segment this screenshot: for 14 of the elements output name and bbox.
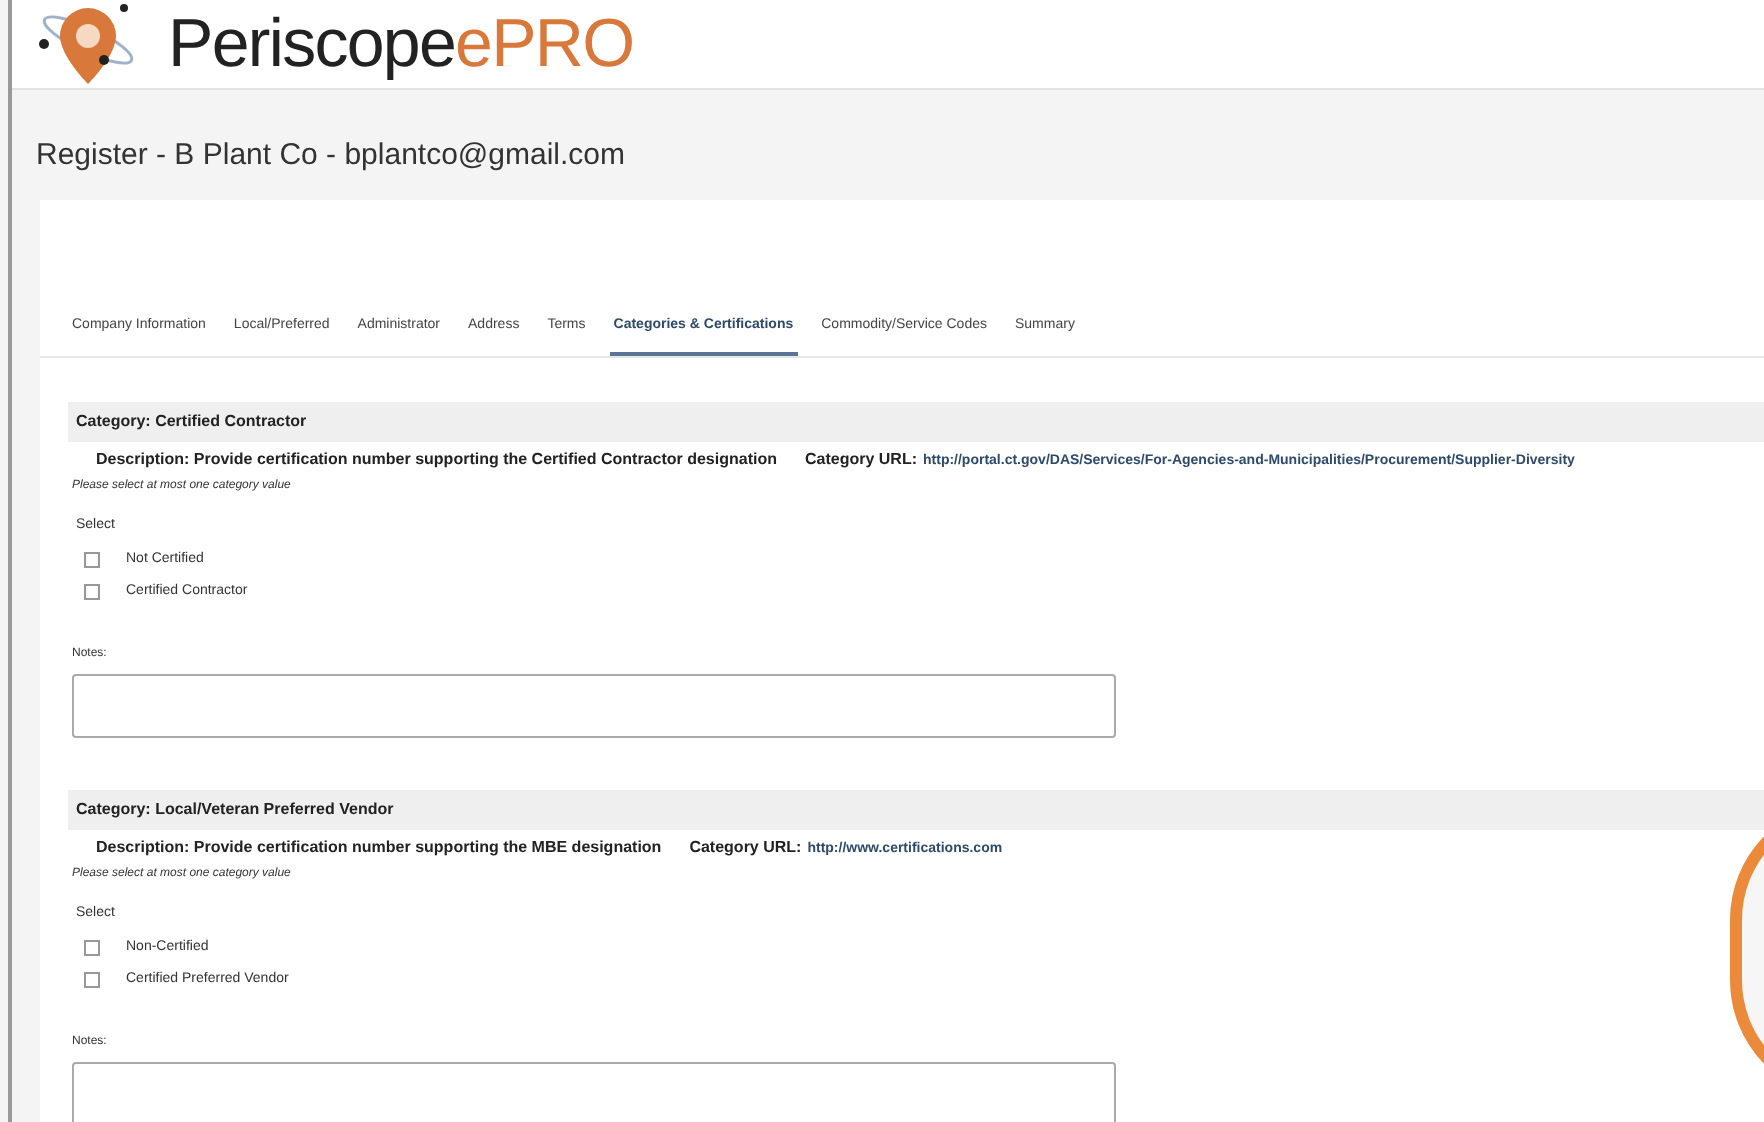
checkbox[interactable] [84,940,100,957]
checkbox[interactable] [84,552,100,569]
page-title: Register - B Plant Co - bplantco@gmail.com [36,136,628,176]
notes-field[interactable] [72,674,1116,738]
brand-logo-text: PeriscopeePRO [168,10,634,78]
category-description: Description: Provide certification number supporting the MBE designation [96,836,662,860]
checkbox[interactable] [84,971,100,988]
url-label: Category URL: [804,448,917,472]
url-label: Category URL: [689,836,802,860]
category-header: Category: Local/Veteran Preferred Vendor [68,790,1764,830]
notes-field[interactable] [72,1062,1116,1122]
category-description: Description: Provide certification number supporting the Certified Contractor designation [96,448,777,472]
category-header: Category: Certified Contractor [68,402,1764,442]
checkbox[interactable] [84,583,100,600]
